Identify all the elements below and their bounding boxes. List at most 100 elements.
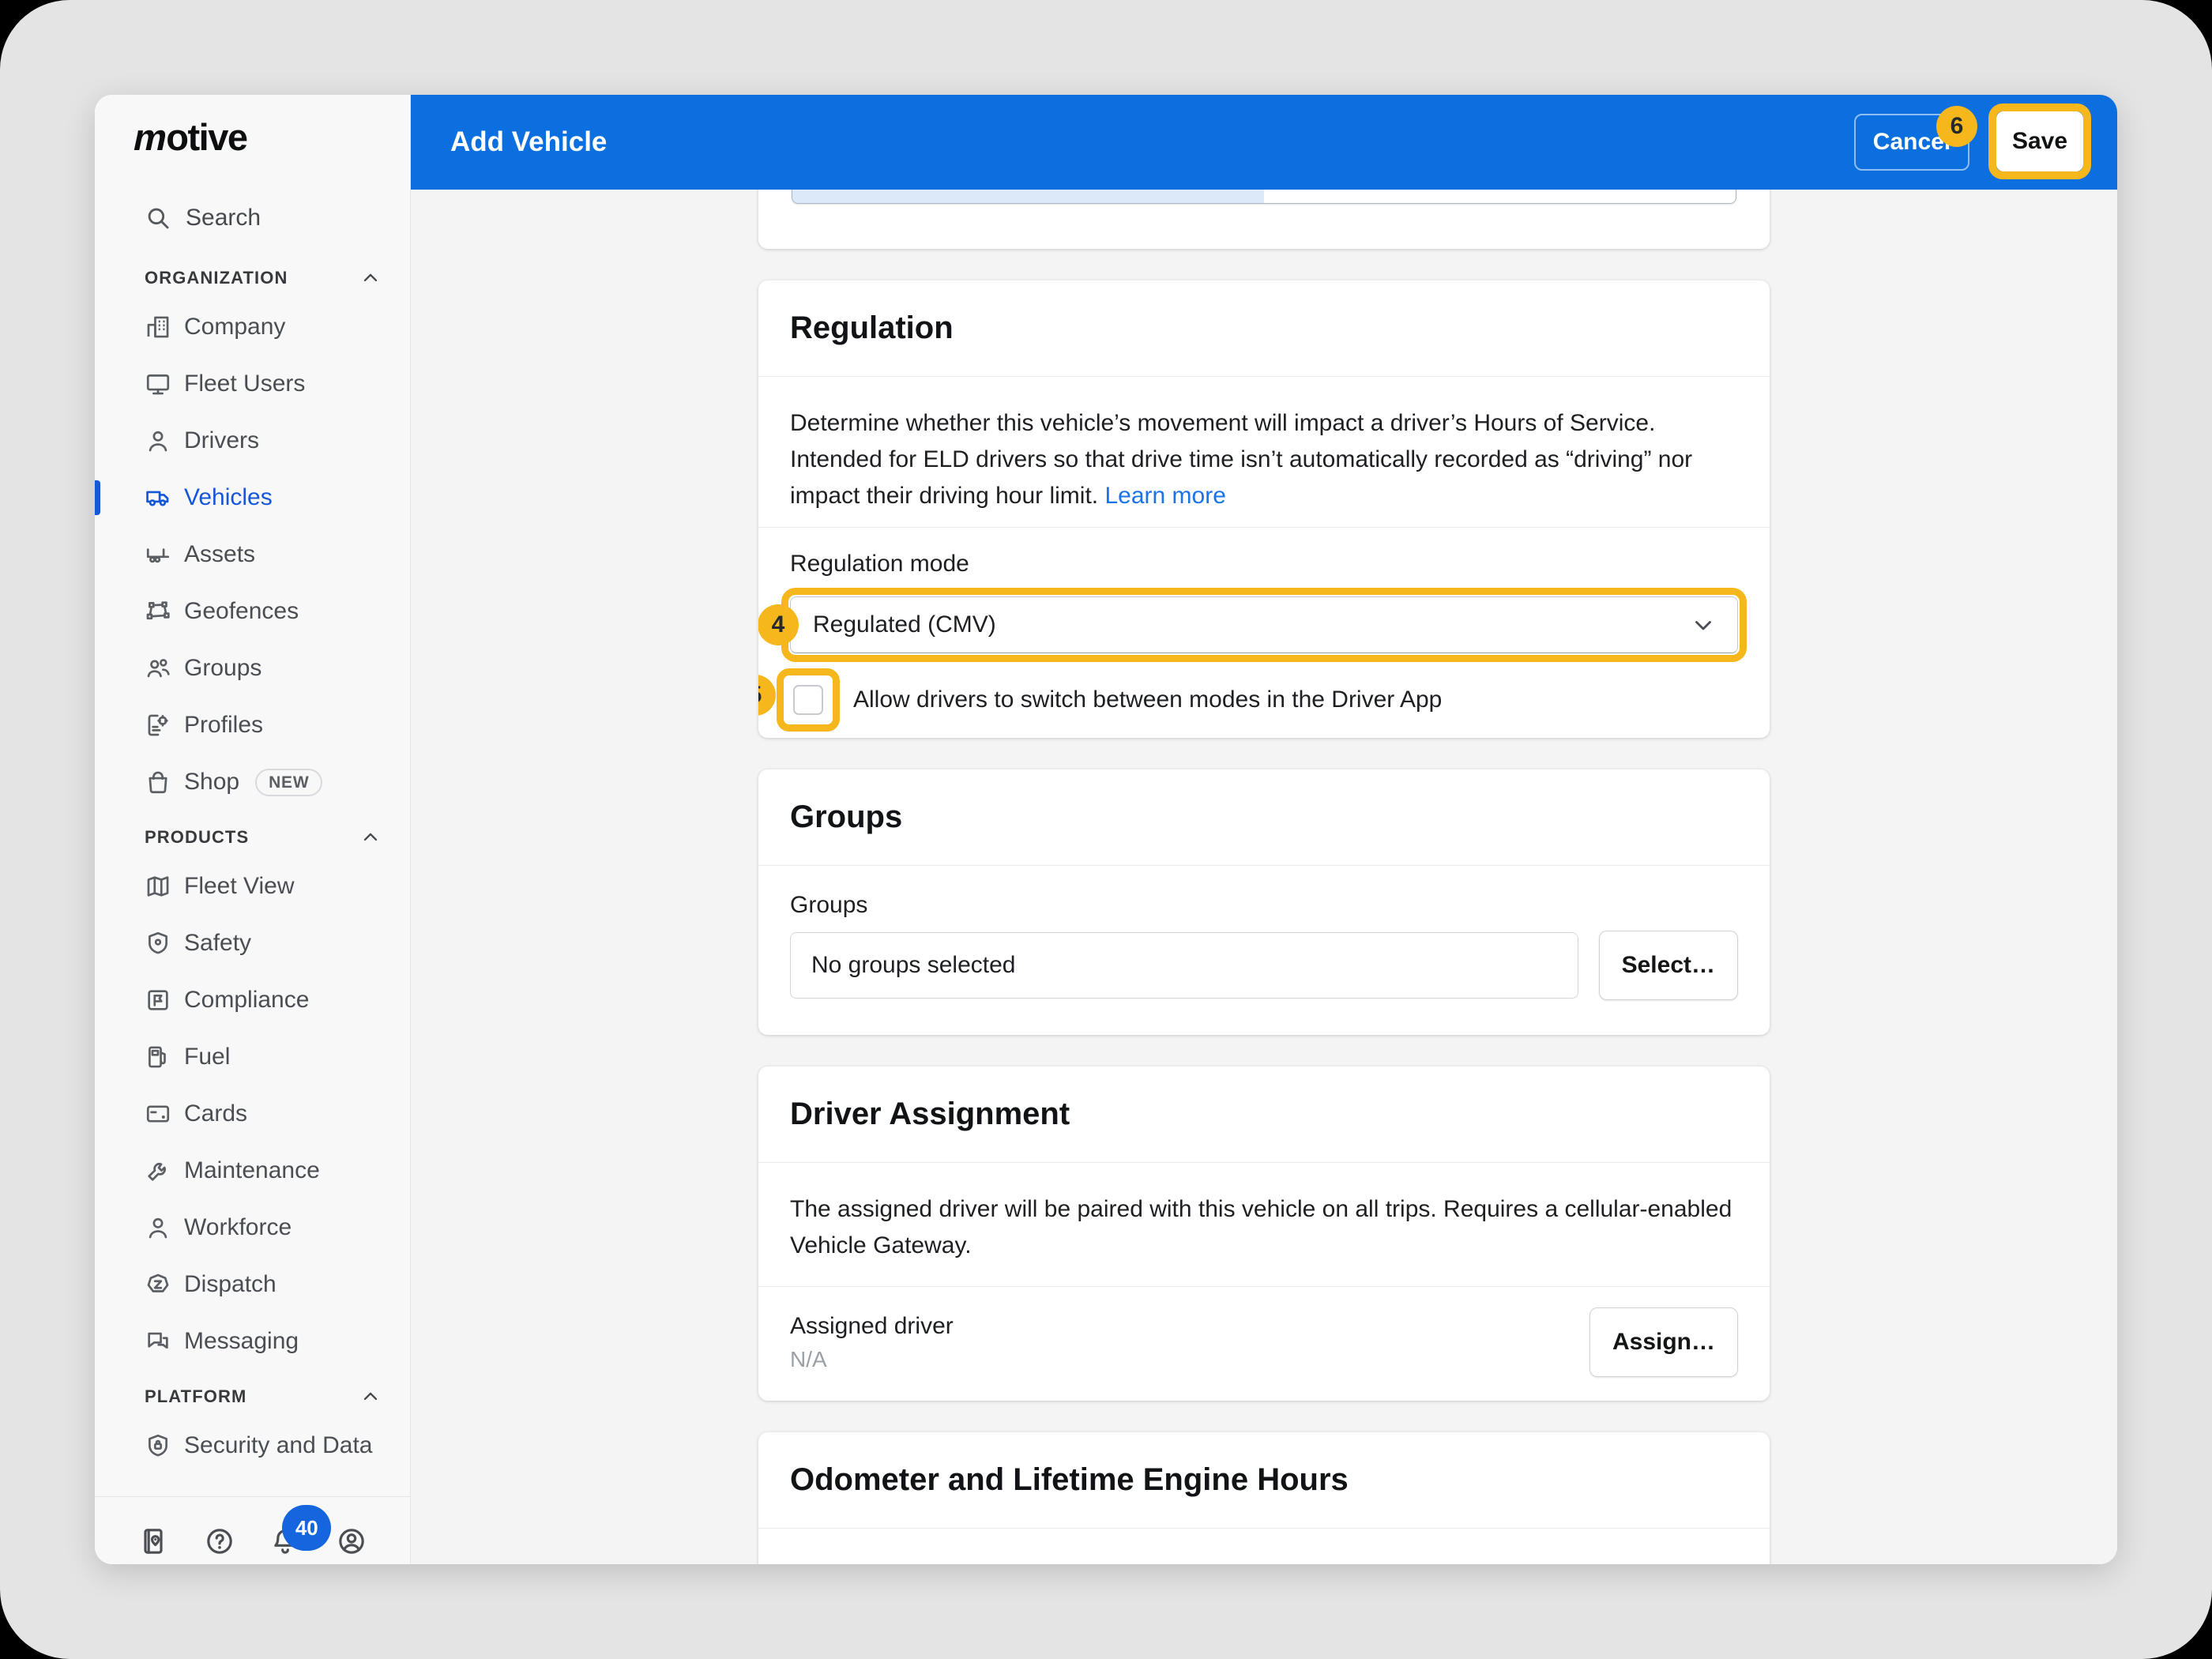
annotation-badge-5: 5 bbox=[758, 675, 776, 716]
sidebar-item-label: Safety bbox=[184, 930, 251, 957]
sidebar-item-safety[interactable]: Safety bbox=[95, 915, 410, 972]
card-column: Regulation Determine whether this vehicl… bbox=[758, 190, 1770, 1564]
shield-icon bbox=[145, 930, 171, 957]
sidebar-item-label: Messaging bbox=[184, 1328, 299, 1355]
sidebar-section-platform[interactable]: PLATFORM bbox=[145, 1381, 382, 1413]
section-label: ORGANIZATION bbox=[145, 268, 288, 288]
compliance-icon bbox=[145, 987, 171, 1014]
groups-field-row: Groups No groups selected Select… bbox=[758, 866, 1770, 1035]
sidebar-item-assets[interactable]: Assets bbox=[95, 526, 410, 583]
desktop-frame: mmotiveotive Search ORGANIZATION Company… bbox=[0, 0, 2212, 1659]
regulation-mode-value: Regulated (CMV) bbox=[813, 611, 996, 638]
motive-logo: mmotiveotive bbox=[134, 115, 410, 156]
sidebar-search-label: Search bbox=[186, 205, 261, 231]
sidebar-item-drivers[interactable]: Drivers bbox=[95, 412, 410, 469]
sidebar-item-security-and-data[interactable]: Security and Data bbox=[95, 1417, 410, 1474]
sidebar-item-label: Shop bbox=[184, 769, 239, 796]
sidebar-item-maintenance[interactable]: Maintenance bbox=[95, 1142, 410, 1199]
chevron-up-icon bbox=[359, 826, 382, 848]
sidebar-item-groups[interactable]: Groups bbox=[95, 640, 410, 697]
fuel-pump-icon bbox=[145, 1044, 171, 1070]
person-icon bbox=[145, 1214, 171, 1241]
cutoff-field-input[interactable] bbox=[792, 190, 1736, 204]
notification-count-badge: 40 bbox=[282, 1505, 331, 1551]
help-icon[interactable] bbox=[202, 1524, 237, 1559]
sidebar-item-label: Cards bbox=[184, 1100, 247, 1127]
regulation-description: Determine whether this vehicle’s movemen… bbox=[758, 377, 1770, 527]
regulation-mode-annotation-ring: 4 Regulated (CMV) bbox=[781, 588, 1747, 662]
sidebar-item-label: Groups bbox=[184, 655, 261, 682]
sidebar-item-label: Company bbox=[184, 314, 285, 340]
sidebar-item-label: Fuel bbox=[184, 1044, 230, 1070]
monitor-icon bbox=[145, 371, 171, 397]
save-button[interactable]: Save bbox=[1996, 111, 2083, 171]
sidebar-section-products[interactable]: PRODUCTS bbox=[145, 822, 382, 853]
sidebar-footer: 40 bbox=[95, 1497, 410, 1564]
sidebar-item-label: Drivers bbox=[184, 427, 259, 454]
assigned-driver-value: N/A bbox=[790, 1347, 954, 1372]
form-scroll-area: Regulation Determine whether this vehicl… bbox=[411, 190, 2117, 1564]
shopping-bag-icon bbox=[145, 769, 171, 796]
sidebar-item-label: Compliance bbox=[184, 987, 309, 1014]
shield-lock-icon bbox=[145, 1432, 171, 1459]
search-icon bbox=[145, 205, 171, 231]
notifications-bell-icon[interactable]: 40 bbox=[268, 1524, 303, 1559]
sidebar-item-label: Profiles bbox=[184, 712, 263, 739]
sidebar-item-fleet-users[interactable]: Fleet Users bbox=[95, 356, 410, 412]
sidebar-item-shop[interactable]: Shop NEW bbox=[95, 754, 410, 811]
account-icon[interactable] bbox=[334, 1524, 369, 1559]
sidebar-item-messaging[interactable]: Messaging bbox=[95, 1313, 410, 1370]
sidebar-item-company[interactable]: Company bbox=[95, 299, 410, 356]
card-odometer: Odometer and Lifetime Engine Hours bbox=[758, 1432, 1770, 1564]
save-annotation-ring: Save bbox=[1988, 103, 2091, 179]
wrench-icon bbox=[145, 1157, 171, 1184]
assigned-driver-row: Assigned driver N/A Assign… bbox=[758, 1287, 1770, 1401]
groups-field-label: Groups bbox=[790, 891, 1738, 920]
sidebar-search[interactable]: Search bbox=[145, 201, 410, 235]
groups-title: Groups bbox=[790, 799, 1738, 835]
sidebar-section-organization[interactable]: ORGANIZATION bbox=[145, 262, 382, 294]
chevron-up-icon bbox=[359, 1386, 382, 1408]
company-icon bbox=[145, 314, 171, 340]
sidebar-item-label: Maintenance bbox=[184, 1157, 320, 1184]
sidebar-item-profiles[interactable]: Profiles bbox=[95, 697, 410, 754]
page-header: Add Vehicle Cancel 6 Save bbox=[411, 95, 2117, 190]
odometer-body-cut bbox=[758, 1529, 1770, 1564]
learn-more-link[interactable]: Learn more bbox=[1104, 483, 1225, 509]
assign-driver-button[interactable]: Assign… bbox=[1589, 1307, 1738, 1377]
billing-book-icon[interactable] bbox=[136, 1524, 171, 1559]
sidebar-item-compliance[interactable]: Compliance bbox=[95, 972, 410, 1029]
app-window: mmotiveotive Search ORGANIZATION Company… bbox=[95, 95, 2117, 1564]
regulation-form: Regulation mode 4 Regulated (CMV) bbox=[758, 528, 1770, 738]
checkbox-annotation-ring: 5 bbox=[777, 668, 840, 732]
sidebar-item-dispatch[interactable]: Dispatch bbox=[95, 1256, 410, 1313]
people-icon bbox=[145, 655, 171, 682]
sidebar-item-cards[interactable]: Cards bbox=[95, 1085, 410, 1142]
geofence-icon bbox=[145, 598, 171, 625]
sidebar-item-label: Geofences bbox=[184, 598, 299, 625]
regulation-mode-select[interactable]: Regulated (CMV) bbox=[790, 596, 1738, 653]
card-driver-assignment: Driver Assignment The assigned driver wi… bbox=[758, 1066, 1770, 1401]
card-cutoff-section bbox=[758, 190, 1770, 249]
truck-icon bbox=[145, 484, 171, 511]
driver-assignment-description: The assigned driver will be paired with … bbox=[758, 1163, 1770, 1286]
driver-assignment-title: Driver Assignment bbox=[790, 1097, 1738, 1132]
sidebar-item-workforce[interactable]: Workforce bbox=[95, 1199, 410, 1256]
chevron-down-icon bbox=[1690, 611, 1717, 638]
sidebar-item-fleet-view[interactable]: Fleet View bbox=[95, 858, 410, 915]
trailer-icon bbox=[145, 541, 171, 568]
map-icon bbox=[145, 873, 171, 900]
sidebar-item-vehicles[interactable]: Vehicles bbox=[95, 469, 410, 526]
groups-select-button[interactable]: Select… bbox=[1599, 931, 1738, 1000]
sidebar-item-label: Assets bbox=[184, 541, 255, 568]
sidebar-item-fuel[interactable]: Fuel bbox=[95, 1029, 410, 1085]
sidebar-item-label: Vehicles bbox=[184, 484, 273, 511]
sidebar-item-label: Security and Data bbox=[184, 1432, 372, 1459]
chat-icon bbox=[145, 1328, 171, 1355]
driver-app-switch-checkbox[interactable] bbox=[793, 685, 823, 715]
driver-app-switch-label: Allow drivers to switch between modes in… bbox=[853, 687, 1442, 713]
annotation-badge-6: 6 bbox=[1936, 106, 1977, 147]
profile-gear-icon bbox=[145, 712, 171, 739]
sidebar-item-geofences[interactable]: Geofences bbox=[95, 583, 410, 640]
page-title: Add Vehicle bbox=[450, 95, 607, 190]
